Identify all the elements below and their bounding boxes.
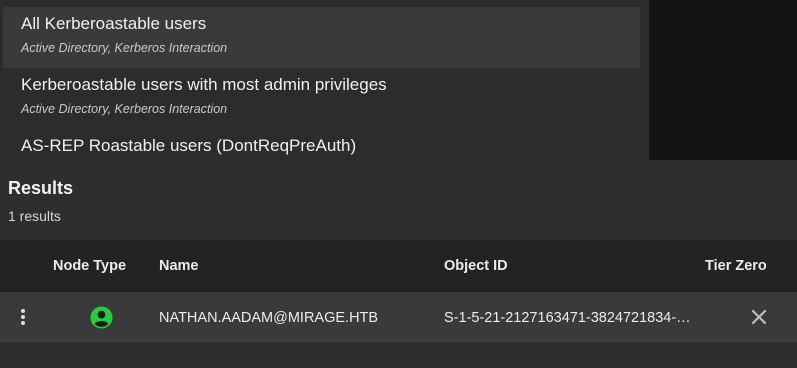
query-item-all-kerberoastable[interactable]: All Kerberoastable users Active Director… [3, 7, 640, 68]
cell-name[interactable]: NATHAN.AADAM@MIRAGE.HTB [159, 310, 378, 326]
more-options-icon[interactable] [14, 307, 32, 327]
query-title: AS-REP Roastable users (DontReqPreAuth) [21, 136, 357, 155]
saved-query-list: All Kerberoastable users Active Director… [0, 0, 649, 160]
column-header-name[interactable]: Name [159, 258, 199, 274]
column-header-node-type[interactable]: Node Type [53, 258, 126, 274]
results-count: 1 results [8, 208, 61, 224]
user-icon [90, 306, 113, 329]
graph-canvas-area [649, 0, 797, 160]
table-row[interactable]: NATHAN.AADAM@MIRAGE.HTB S-1-5-21-2127163… [0, 292, 797, 342]
results-panel: Results 1 results Node Type Name Object … [0, 160, 797, 368]
query-item-kerberoastable-admin[interactable]: Kerberoastable users with most admin pri… [3, 68, 640, 129]
query-item-asrep-roastable[interactable]: AS-REP Roastable users (DontReqPreAuth) [3, 129, 640, 160]
query-subtitle: Active Directory, Kerberos Interaction [21, 102, 228, 116]
cell-object-id[interactable]: S-1-5-21-2127163471-3824721834-… [444, 310, 691, 326]
query-title: Kerberoastable users with most admin pri… [21, 75, 387, 94]
screen: All Kerberoastable users Active Director… [0, 0, 797, 368]
query-title: All Kerberoastable users [21, 14, 207, 33]
table-header: Node Type Name Object ID Tier Zero [0, 240, 797, 292]
close-icon [751, 309, 767, 325]
column-header-object-id[interactable]: Object ID [444, 258, 508, 274]
query-subtitle: Active Directory, Kerberos Interaction [21, 41, 228, 55]
results-title: Results [8, 178, 74, 198]
column-header-tier-zero[interactable]: Tier Zero [705, 258, 767, 274]
